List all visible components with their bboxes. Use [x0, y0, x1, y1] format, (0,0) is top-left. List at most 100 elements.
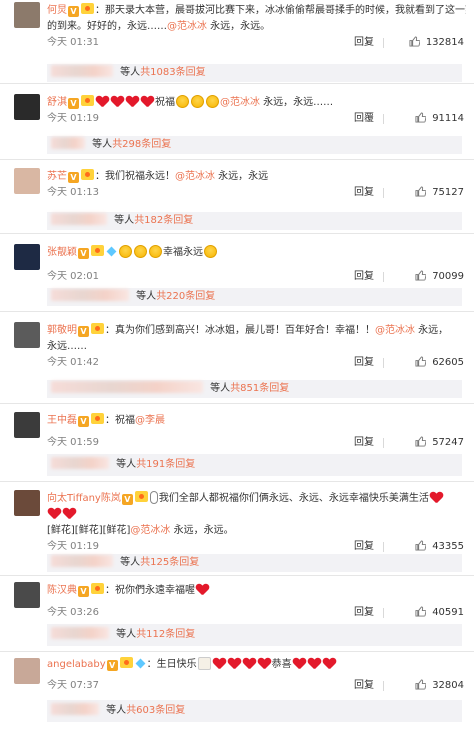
heart-icon — [243, 657, 256, 670]
mention-link[interactable]: @范冰冰 — [167, 21, 207, 32]
avatar[interactable] — [14, 658, 40, 684]
thumbs-up-icon — [415, 679, 427, 690]
sub-replies[interactable]: 等人共603条回复 — [47, 700, 462, 722]
thumbs-up-icon — [415, 112, 427, 123]
avatar[interactable] — [14, 322, 40, 348]
thumbs-up-icon — [415, 606, 427, 617]
commenter-name[interactable]: 陈汉典 — [47, 585, 77, 596]
crying-face-icon — [119, 245, 132, 258]
sub-replies-count[interactable]: 共1083条回复 — [140, 67, 205, 78]
reply-button[interactable]: 回复 — [354, 435, 374, 451]
commenter-name[interactable]: 王中磊 — [47, 415, 77, 426]
like-button[interactable]: 57247 — [415, 435, 464, 451]
comment-text: 幸福永远 — [163, 247, 203, 258]
sub-replies-count[interactable]: 共112条回复 — [136, 629, 195, 640]
heart-icon — [126, 95, 139, 108]
verified-badge-icon: V — [78, 326, 89, 337]
blurred-names — [51, 627, 109, 639]
reply-button[interactable]: 回复 — [354, 185, 374, 201]
like-button[interactable]: 91114 — [415, 111, 464, 127]
like-button[interactable]: 70099 — [415, 269, 464, 285]
comment-text: ：祝你們永遠幸福喔 — [105, 585, 195, 596]
avatar[interactable] — [14, 244, 40, 270]
sub-replies-count[interactable]: 共851条回复 — [230, 383, 289, 394]
like-button[interactable]: 62605 — [415, 355, 464, 371]
like-button[interactable]: 43355 — [415, 539, 464, 555]
mention-link[interactable]: @范冰冰 — [130, 525, 170, 536]
sub-replies[interactable]: 等人共182条回复 — [47, 212, 462, 230]
sub-replies[interactable]: 等人共125条回复 — [47, 554, 462, 572]
sub-replies[interactable]: 等人共220条回复 — [47, 288, 462, 306]
like-button[interactable]: 75127 — [415, 185, 464, 201]
like-count: 57247 — [432, 437, 464, 448]
reply-button[interactable]: 回复 — [354, 355, 374, 371]
avatar[interactable] — [14, 94, 40, 120]
comment-text-tail: 永远，永远。 — [207, 21, 271, 32]
comment-text-tail: 永远，永远。 — [170, 525, 234, 536]
comment-text-continued: 的到来。好好的，永远…… — [47, 21, 167, 32]
divider — [383, 188, 384, 198]
sub-replies[interactable]: 等人共112条回复 — [47, 624, 462, 646]
sub-replies-count[interactable]: 共182条回复 — [134, 215, 193, 226]
sub-replies-label: 等人 — [117, 67, 141, 78]
avatar[interactable] — [14, 490, 40, 516]
commenter-name[interactable]: 郭敬明 — [47, 325, 77, 336]
comment-text: ：祝福 — [105, 415, 135, 426]
comment-meta: 今天 01:31 回复 132814 — [47, 35, 466, 51]
sub-replies-count[interactable]: 共125条回复 — [140, 557, 199, 568]
sub-replies[interactable]: 等人共298条回复 — [47, 136, 462, 154]
reply-button[interactable]: 回复 — [354, 678, 374, 694]
commenter-name[interactable]: angelababy — [47, 659, 106, 670]
sub-replies[interactable]: 等人共191条回复 — [47, 454, 462, 476]
reply-button[interactable]: 回复 — [354, 269, 374, 285]
heart-icon — [141, 95, 154, 108]
like-button[interactable]: 32804 — [415, 678, 464, 694]
reply-button[interactable]: 回覆 — [354, 111, 374, 127]
member-badge-icon — [81, 169, 94, 180]
sub-replies[interactable]: 等人共851条回复 — [47, 380, 462, 398]
mention-link[interactable]: @范冰冰 — [375, 325, 415, 336]
sub-replies[interactable]: 等人共1083条回复 — [47, 64, 462, 82]
blurred-names — [51, 213, 107, 225]
cake-icon — [197, 657, 211, 670]
blurred-names — [51, 555, 113, 567]
reply-button[interactable]: 回复 — [354, 605, 374, 621]
blurred-names — [51, 457, 109, 469]
sub-replies-count[interactable]: 共220条回复 — [156, 291, 215, 302]
thumbs-up-icon — [415, 356, 427, 367]
comment-text: ：我们祝福永远！ — [95, 171, 175, 182]
blurred-names — [51, 703, 99, 715]
avatar[interactable] — [14, 582, 40, 608]
commenter-name[interactable]: 舒淇 — [47, 97, 67, 108]
member-badge-icon — [91, 245, 104, 256]
thumbs-up-icon — [415, 270, 427, 281]
avatar[interactable] — [14, 412, 40, 438]
sub-replies-count[interactable]: 共191条回复 — [136, 459, 195, 470]
like-button[interactable]: 132814 — [409, 35, 464, 51]
heart-icon — [323, 657, 336, 670]
sub-replies-label: 等人 — [89, 139, 113, 150]
sub-replies-count[interactable]: 共298条回复 — [112, 139, 171, 150]
diamond-badge-icon — [106, 246, 117, 257]
diamond-badge-icon — [135, 658, 146, 669]
verified-badge-icon: V — [68, 6, 79, 17]
commenter-name[interactable]: 苏芒 — [47, 171, 67, 182]
crying-face-icon — [191, 95, 204, 108]
mention-link[interactable]: @范冰冰 — [175, 171, 215, 182]
mention-link[interactable]: @范冰冰 — [220, 97, 260, 108]
reply-button[interactable]: 回复 — [354, 35, 374, 51]
commenter-name[interactable]: 张靓颖 — [47, 247, 77, 258]
mention-link[interactable]: @李晨 — [135, 415, 165, 426]
commenter-name[interactable]: 向太Tiffany陈岚 — [47, 493, 121, 504]
timestamp: 今天 01:19 — [47, 541, 99, 552]
avatar[interactable] — [14, 2, 40, 28]
like-count: 32804 — [432, 680, 464, 691]
comment-meta: 今天 01:42 回复 62605 — [47, 355, 466, 371]
timestamp: 今天 01:19 — [47, 113, 99, 124]
commenter-name[interactable]: 何炅 — [47, 5, 67, 16]
sub-replies-count[interactable]: 共603条回复 — [126, 705, 185, 716]
comment-item: 陈汉典 V ：祝你們永遠幸福喔 今天 03:26 回复 40591 等人共112条回… — [0, 578, 474, 652]
like-button[interactable]: 40591 — [415, 605, 464, 621]
avatar[interactable] — [14, 168, 40, 194]
reply-button[interactable]: 回复 — [354, 539, 374, 555]
